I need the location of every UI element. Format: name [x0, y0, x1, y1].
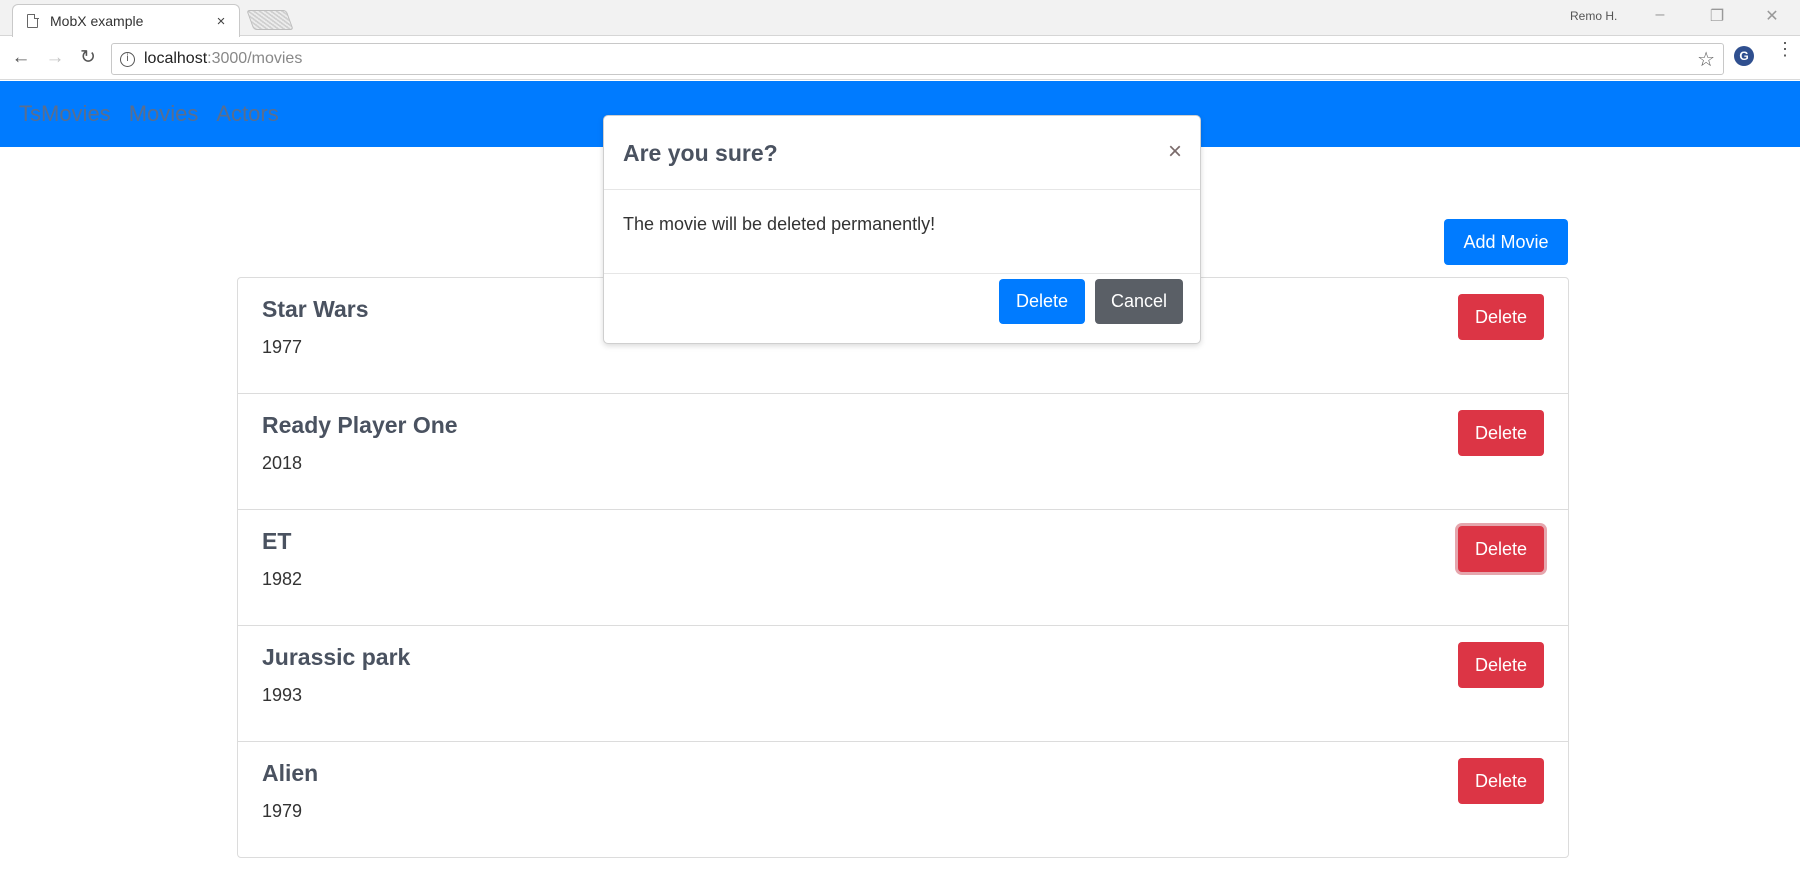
info-icon[interactable]: i [120, 51, 135, 67]
modal-header: Are you sure? × [604, 116, 1200, 190]
movie-title: Ready Player One [262, 412, 458, 438]
minimize-icon[interactable]: – [1640, 6, 1680, 24]
movie-list: Star Wars 1977 Delete Ready Player One 2… [237, 277, 1569, 858]
add-movie-button[interactable]: Add Movie [1444, 219, 1568, 265]
profile-name[interactable]: Remo H. [1570, 9, 1617, 23]
movie-year: 2018 [262, 453, 303, 473]
tab-title: MobX example [50, 13, 144, 29]
bookmark-star-icon[interactable]: ☆ [1697, 47, 1715, 72]
movie-year: 1993 [262, 685, 303, 705]
modal-title: Are you sure? [623, 140, 778, 166]
forward-arrow-icon[interactable]: → [42, 45, 68, 71]
address-bar: ← → ↻ i localhost :3000/movies ☆ G ⋮ [0, 37, 1800, 80]
movie-year: 1977 [262, 337, 303, 357]
modal-cancel-button[interactable]: Cancel [1095, 279, 1183, 324]
reload-icon[interactable]: ↻ [75, 45, 101, 71]
restore-icon[interactable]: ❐ [1697, 6, 1737, 26]
browser-tab[interactable]: MobX example × [12, 4, 240, 37]
list-item: Alien 1979 Delete [238, 742, 1568, 857]
movie-year: 1982 [262, 569, 303, 589]
url-path: :3000/movies [207, 50, 303, 67]
new-tab-button[interactable] [246, 10, 294, 30]
nav-link-actors[interactable]: Actors [216, 101, 278, 127]
movie-year: 1979 [262, 801, 303, 821]
extension-icon[interactable]: G [1734, 46, 1754, 66]
list-item: ET 1982 Delete [238, 510, 1568, 626]
url-input[interactable]: i localhost :3000/movies ☆ [111, 43, 1724, 75]
window-close-icon[interactable]: ✕ [1752, 6, 1792, 26]
modal-confirm-delete-button[interactable]: Delete [999, 279, 1085, 324]
document-icon [27, 13, 39, 28]
delete-button[interactable]: Delete [1458, 758, 1544, 804]
browser-tabstrip: MobX example × Remo H. – ❐ ✕ [0, 0, 1800, 37]
nav-link-movies[interactable]: Movies [129, 101, 199, 127]
modal-body: The movie will be deleted permanently! [604, 191, 1200, 274]
browser-menu-icon[interactable]: ⋮ [1776, 40, 1794, 58]
navbar-brand[interactable]: TsMovies [19, 101, 111, 127]
delete-button[interactable]: Delete [1458, 526, 1544, 572]
delete-button[interactable]: Delete [1458, 410, 1544, 456]
list-item: Ready Player One 2018 Delete [238, 394, 1568, 510]
list-item: Jurassic park 1993 Delete [238, 626, 1568, 742]
tab-close-icon[interactable]: × [213, 13, 229, 30]
movie-title: Jurassic park [262, 644, 411, 670]
delete-button[interactable]: Delete [1458, 294, 1544, 340]
url-host: localhost [144, 50, 208, 67]
confirm-delete-modal: Are you sure? × The movie will be delete… [603, 115, 1201, 344]
modal-message: The movie will be deleted permanently! [623, 214, 936, 234]
movie-title: ET [262, 528, 292, 554]
back-arrow-icon[interactable]: ← [8, 45, 34, 71]
movie-title: Alien [262, 760, 319, 786]
delete-button[interactable]: Delete [1458, 642, 1544, 688]
movie-title: Star Wars [262, 296, 369, 322]
modal-close-icon[interactable]: × [1168, 138, 1182, 166]
